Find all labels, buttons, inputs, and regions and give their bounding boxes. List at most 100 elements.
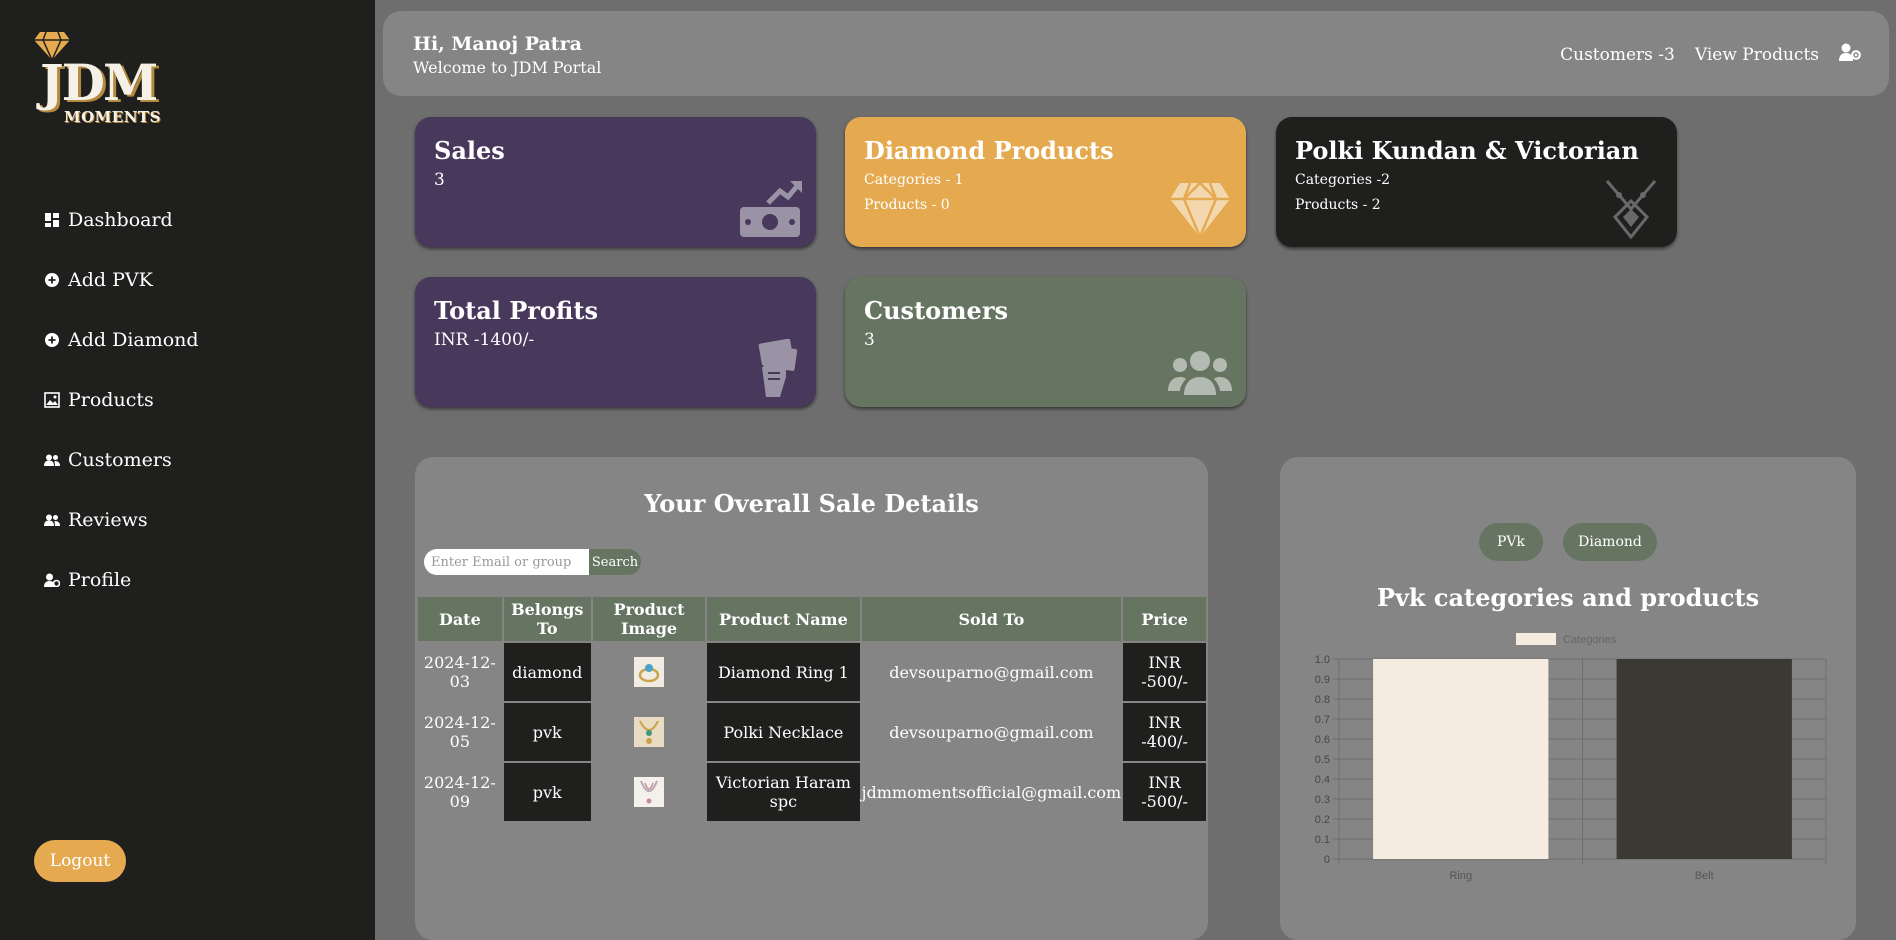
y-tick-label: 1.0 <box>1315 654 1330 666</box>
plus-circle-icon <box>44 272 60 288</box>
sales-card-title: Sales <box>434 136 505 165</box>
user-gear-icon <box>44 572 60 588</box>
sidebar-item-products[interactable]: Products <box>44 370 199 430</box>
profits-card-value: INR -1400/- <box>434 329 535 350</box>
cell-sold-to: devsouparno@gmail.com <box>889 722 1094 742</box>
table-header-row: Date Belongs To Product Image Product Na… <box>418 597 1206 641</box>
cell-price: INR -500/- <box>1123 763 1206 821</box>
pvk-toggle-button[interactable]: PVk <box>1479 523 1543 561</box>
legend-label: Categories <box>1563 634 1617 646</box>
y-tick-label: 0.4 <box>1315 774 1330 786</box>
column-header-belongs-to: Belongs To <box>503 597 591 641</box>
sidebar-item-label: Add PVK <box>68 269 153 291</box>
sidebar-item-label: Add Diamond <box>68 329 199 351</box>
sidebar-item-label: Reviews <box>68 509 148 531</box>
cell-price: INR -500/- <box>1123 643 1206 701</box>
y-tick-label: 0.8 <box>1315 694 1330 706</box>
users-icon <box>44 512 60 528</box>
haram-thumbnail[interactable] <box>634 777 665 807</box>
sidebar-item-customers[interactable]: Customers <box>44 430 199 490</box>
cell-date: 2024-12-05 <box>423 713 496 751</box>
sidebar-item-label: Products <box>68 389 154 411</box>
hand-money-icon <box>758 339 798 397</box>
top-header: Hi, Manoj Patra Welcome to JDM Portal Cu… <box>383 11 1889 96</box>
cell-sold-to: jdmmomentsofficial@gmail.com <box>861 782 1122 802</box>
view-products-link[interactable]: View Products <box>1695 45 1819 65</box>
customers-count-link[interactable]: Customers -3 <box>1560 45 1675 65</box>
sales-table: Date Belongs To Product Image Product Na… <box>416 595 1208 823</box>
table-row: 2024-12-03 diamond Diamond Ring 1 devsou… <box>418 643 1206 701</box>
customers-card[interactable]: Customers 3 <box>845 277 1246 407</box>
table-row: 2024-12-05 pvk Polki Necklace devsouparn… <box>418 703 1206 761</box>
y-tick-label: 0.5 <box>1315 754 1330 766</box>
bar-chart: Categories 0 0.1 0.2 0.3 0.4 0.5 0.6 0.7 0.8 0.9 1.… <box>1315 633 1827 882</box>
cell-product-image <box>593 703 705 761</box>
bar-belt <box>1616 659 1792 859</box>
cell-sold-to: devsouparno@gmail.com <box>889 662 1094 682</box>
diamond-toggle-button[interactable]: Diamond <box>1563 523 1657 561</box>
x-tick-label: Ring <box>1449 870 1472 882</box>
cell-belongs-to: diamond <box>503 643 591 701</box>
polki-card-title: Polki Kundan & Victorian <box>1295 136 1639 165</box>
total-profits-card[interactable]: Total Profits INR -1400/- <box>415 277 816 407</box>
y-tick-label: 0.7 <box>1315 714 1330 726</box>
pvk-chart-panel: PVk Diamond Pvk categories and products … <box>1280 457 1856 940</box>
chart-area: Categories 0 0.1 0.2 0.3 0.4 0.5 0.6 0.7 0.8 0.9 1.… <box>1280 627 1856 887</box>
polki-kundan-card[interactable]: Polki Kundan & Victorian Categories -2 P… <box>1276 117 1677 247</box>
sidebar-item-add-diamond[interactable]: Add Diamond <box>44 310 199 370</box>
sales-details-panel: Your Overall Sale Details Search Date Be… <box>415 457 1208 940</box>
jdm-logo[interactable]: JDM MOMENTS <box>32 28 162 128</box>
diamond-products-card[interactable]: Diamond Products Categories - 1 Products… <box>845 117 1246 247</box>
column-header-date: Date <box>418 597 502 641</box>
search-button[interactable]: Search <box>589 549 641 575</box>
cell-product-name: Diamond Ring 1 <box>707 643 860 701</box>
diamond-icon <box>1170 181 1230 239</box>
y-tick-label: 0.2 <box>1315 814 1330 826</box>
cell-product-name: Polki Necklace <box>707 703 860 761</box>
search-input[interactable] <box>424 549 589 575</box>
cell-product-image <box>593 763 705 821</box>
sidebar-nav: Dashboard Add PVK Add Diamond Products C… <box>44 190 199 610</box>
column-header-sold-to: Sold To <box>861 597 1122 641</box>
header-links: Customers -3 View Products <box>1560 43 1861 66</box>
logo-text: JDM <box>40 53 158 112</box>
y-tick-label: 0.6 <box>1315 734 1330 746</box>
sidebar-item-dashboard[interactable]: Dashboard <box>44 190 199 250</box>
logout-button[interactable]: Logout <box>34 840 126 882</box>
sidebar-item-add-pvk[interactable]: Add PVK <box>44 250 199 310</box>
sidebar: JDM MOMENTS Dashboard Add PVK Add Diamon… <box>0 0 375 940</box>
cell-price: INR -400/- <box>1123 703 1206 761</box>
y-tick-label: 0.9 <box>1315 674 1330 686</box>
users-group-icon <box>1168 351 1232 395</box>
column-header-product-image: Product Image <box>592 597 706 641</box>
cell-date: 2024-12-09 <box>423 773 496 811</box>
dashboard-icon <box>44 212 60 228</box>
y-tick-label: 0.3 <box>1315 794 1330 806</box>
necklace-thumbnail[interactable] <box>634 717 665 747</box>
sidebar-item-label: Profile <box>68 569 132 591</box>
sales-card[interactable]: Sales 3 <box>415 117 816 247</box>
sidebar-item-reviews[interactable]: Reviews <box>44 490 199 550</box>
sales-panel-title: Your Overall Sale Details <box>644 489 979 518</box>
chart-title: Pvk categories and products <box>1376 583 1760 612</box>
table-row: 2024-12-09 pvk Victorian Haram spc jdmmo… <box>418 763 1206 821</box>
diamond-card-title: Diamond Products <box>864 136 1114 165</box>
sidebar-item-label: Customers <box>68 449 172 471</box>
cell-product-image <box>593 643 705 701</box>
necklace-icon <box>1605 180 1657 239</box>
greeting-text: Hi, Manoj Patra <box>413 33 582 55</box>
y-tick-label: 0 <box>1324 854 1330 866</box>
user-gear-icon[interactable] <box>1839 43 1861 66</box>
cell-belongs-to: pvk <box>503 763 591 821</box>
customers-card-title: Customers <box>864 296 1008 325</box>
plus-circle-icon <box>44 332 60 348</box>
column-header-price: Price <box>1123 597 1206 641</box>
search-bar: Search <box>424 549 641 575</box>
sidebar-item-profile[interactable]: Profile <box>44 550 199 610</box>
image-icon <box>44 392 60 408</box>
users-icon <box>44 452 60 468</box>
legend-swatch <box>1516 633 1556 645</box>
profits-card-title: Total Profits <box>434 296 598 325</box>
sidebar-item-label: Dashboard <box>68 209 173 231</box>
ring-thumbnail[interactable] <box>634 657 665 687</box>
